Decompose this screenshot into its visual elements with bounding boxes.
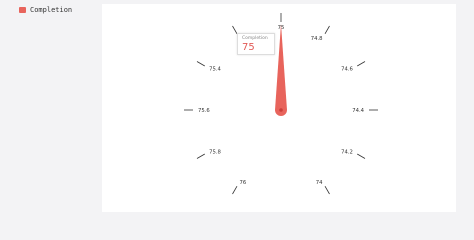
- tooltip-value: 75: [242, 42, 255, 53]
- dial-tick: [324, 186, 330, 195]
- dial-tick-label: 75.8: [209, 150, 221, 156]
- dial-tick-label: 75.4: [209, 67, 221, 73]
- dial-tick-label: 74.4: [352, 108, 364, 114]
- dial-tick: [357, 153, 366, 159]
- dial-tick: [196, 153, 205, 159]
- dial-tick: [357, 61, 366, 67]
- dial-tick-label: 74.8: [311, 36, 323, 42]
- tooltip: Completion 75: [237, 33, 275, 55]
- dial-tick: [232, 186, 238, 195]
- dial-tick-label: 75.6: [198, 108, 210, 114]
- gauge-pointer[interactable]: [275, 24, 287, 116]
- dial-tick-label: 74: [316, 180, 323, 186]
- dial-tick-label: 74.2: [341, 150, 353, 156]
- dial-tick-label: 76: [240, 180, 247, 186]
- dial-tick: [324, 25, 330, 34]
- tooltip-series-name: Completion: [242, 36, 268, 41]
- gauge-hub: [279, 108, 283, 112]
- dial-tick-label: 74.6: [341, 67, 353, 73]
- dial-tick: [196, 61, 205, 67]
